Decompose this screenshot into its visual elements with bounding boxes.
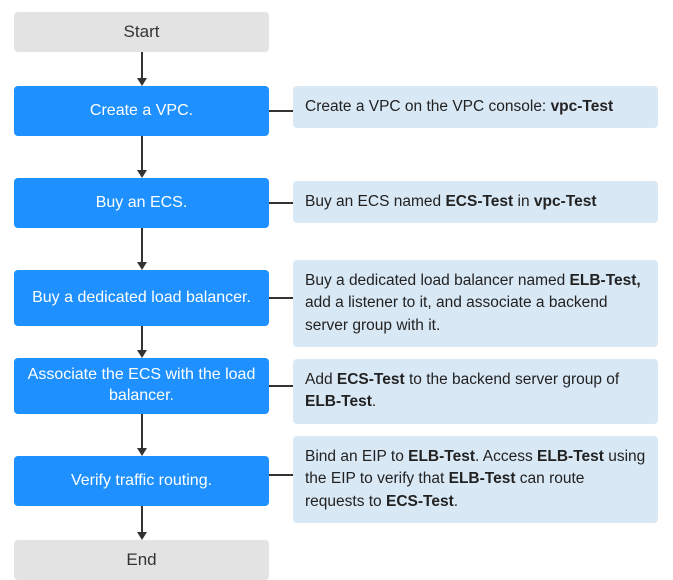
desc-verify-routing: Bind an EIP to ELB-Test. Access ELB-Test…	[293, 436, 658, 523]
step-associate-ecs: Associate the ECS with the load balancer…	[14, 358, 269, 414]
connector-line	[269, 110, 293, 112]
connector-line	[269, 474, 293, 476]
start-node: Start	[14, 12, 269, 52]
step-verify-routing: Verify traffic routing.	[14, 456, 269, 506]
connector-line	[269, 297, 293, 299]
desc-buy-ecs: Buy an ECS named ECS-Test in vpc-Test	[293, 181, 658, 223]
desc-create-vpc: Create a VPC on the VPC console: vpc-Tes…	[293, 86, 658, 128]
desc-buy-elb: Buy a dedicated load balancer named ELB-…	[293, 260, 658, 347]
flow-column: Start Create a VPC. Buy an ECS. Buy a de…	[14, 12, 269, 580]
arrow-icon	[137, 506, 147, 540]
connector-line	[269, 385, 293, 387]
arrow-icon	[137, 228, 147, 270]
connector-line	[269, 202, 293, 204]
step-buy-ecs: Buy an ECS.	[14, 178, 269, 228]
desc-associate-ecs: Add ECS-Test to the backend server group…	[293, 359, 658, 424]
arrow-icon	[137, 326, 147, 358]
end-node: End	[14, 540, 269, 580]
arrow-icon	[137, 52, 147, 86]
step-buy-elb: Buy a dedicated load balancer.	[14, 270, 269, 326]
step-create-vpc: Create a VPC.	[14, 86, 269, 136]
arrow-icon	[137, 414, 147, 456]
arrow-icon	[137, 136, 147, 178]
